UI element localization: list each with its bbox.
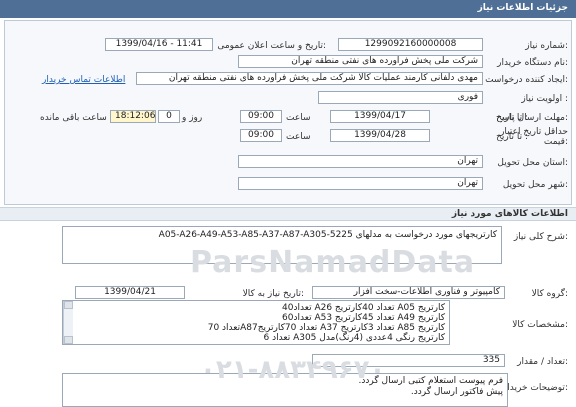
validity-time-field: 09:00 xyxy=(240,129,282,142)
watermark-logo: ParsNamadData xyxy=(190,245,476,280)
remaining-time-label: ساعت باقی مانده xyxy=(40,113,107,123)
quantity-label: تعداد / مقدار: xyxy=(517,357,568,367)
need-date-field: 1399/04/21 xyxy=(75,286,185,299)
buyer-org-label: نام دستگاه خریدار: xyxy=(497,58,568,68)
goods-group-field: کامپیوتر و فناوری اطلاعات-سخت افزار xyxy=(312,286,505,299)
specs-line: کارتریج A49 تعداد 45کارتریج A53 تعداد60 xyxy=(282,313,445,323)
description-line: پیش فاکتور ارسال گردد. xyxy=(410,387,503,397)
specs-scrollbar[interactable] xyxy=(63,301,73,344)
goods-group-label: گروه کالا: xyxy=(531,289,568,299)
province-label: استان محل تحویل: xyxy=(497,158,568,168)
watermark-phone: ۰۲۱-۸۸۳۴۹۶۷۰ xyxy=(200,355,386,385)
goods-section-title: اطلاعات کالاهای مورد نیاز xyxy=(451,209,568,219)
announce-date-label: تاریخ و ساعت اعلان عمومی: xyxy=(217,41,326,51)
specs-listbox[interactable]: کارتریج A05 تعداد 40کارتریج A26 تعداد40 … xyxy=(62,300,450,345)
reply-date-field: 1399/04/17 xyxy=(330,110,430,123)
reply-time-field: 09:00 xyxy=(240,110,282,123)
scroll-down-button[interactable] xyxy=(64,336,73,344)
validity-until-date-label: تا تاریخ : xyxy=(496,132,528,142)
specs-line: کارتریج A85 تعداد 3کارتریج A37 تعداد 70ک… xyxy=(207,323,445,333)
need-number-field: 1299092160000008 xyxy=(338,38,483,51)
reply-time-label: ساعت xyxy=(286,113,311,123)
buyer-org-field: شرکت ملی پخش فراورده های نفتی منطقه تهرا… xyxy=(238,55,483,68)
need-date-label: تاریخ نیاز به کالا: xyxy=(242,289,304,299)
need-number-label: شماره نیاز: xyxy=(525,41,568,51)
announce-date-field: 1399/04/16 - 11:41 xyxy=(105,38,213,51)
requester-label: ایجاد کننده درخواست: xyxy=(485,75,568,85)
specs-label: مشخصات کالا: xyxy=(512,320,568,330)
city-field: تهران xyxy=(238,177,483,190)
goods-section-header: اطلاعات کالاهای مورد نیاز xyxy=(0,207,576,221)
priority-field: فوری xyxy=(318,91,483,104)
buyer-description-label: توضیحات خریدار: xyxy=(502,383,568,393)
page-header: جزئیات اطلاعات نیاز xyxy=(0,0,576,18)
page-title: جزئیات اطلاعات نیاز xyxy=(477,3,568,13)
remaining-time-field: 18:12:06 xyxy=(110,110,156,123)
scroll-up-button[interactable] xyxy=(64,301,73,309)
city-label: شهر محل تحویل: xyxy=(502,180,568,190)
days-label: روز و xyxy=(182,113,203,123)
summary-text: کارتریجهای مورد درخواست به مدلهای A05-A2… xyxy=(158,230,497,240)
validity-label-2: قیمت: xyxy=(543,137,568,147)
validity-date-field: 1399/04/28 xyxy=(330,129,430,142)
reply-until-date-label: تا تاریخ : xyxy=(496,113,528,123)
validity-time-label: ساعت xyxy=(286,132,311,142)
priority-label: اولویت نیاز : xyxy=(521,94,568,104)
summary-label: شرح کلی نیاز: xyxy=(513,232,568,242)
specs-line: کارتریج A05 تعداد 40کارتریج A26 تعداد40 xyxy=(282,303,445,313)
buyer-contact-link[interactable]: اطلاعات تماس خریدار xyxy=(42,75,125,85)
specs-line: کارتریج رنگی 4عددی (4رنگ)مدل A305 تعداد … xyxy=(263,333,445,343)
requester-field: مهدی دلفانی کارمند عملیات کالا شرکت ملی … xyxy=(136,72,483,85)
province-field: تهران xyxy=(238,155,483,168)
days-remaining-field: 0 xyxy=(158,110,180,123)
